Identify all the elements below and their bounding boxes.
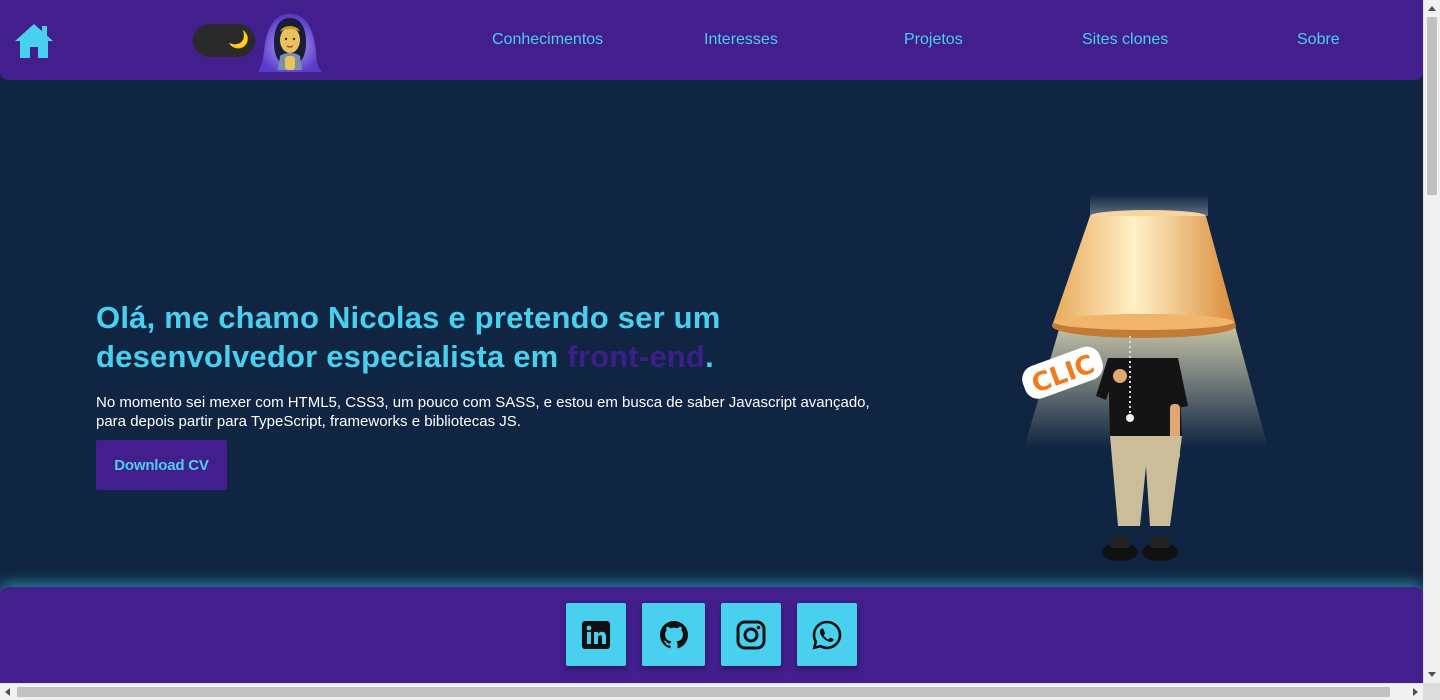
github-icon [659,620,688,648]
header: 🌙 Conhecimentos Interesses Projetos Site… [0,0,1423,80]
avatar [256,12,324,74]
scrollbar-corner [1423,683,1440,700]
theme-toggle[interactable]: 🌙 [193,24,255,57]
scroll-right-icon[interactable] [1413,688,1418,696]
hero-description: No momento sei mexer com HTML5, CSS3, um… [96,394,870,430]
github-button[interactable] [642,603,705,666]
nav-projetos[interactable]: Projetos [904,31,963,49]
nav-interesses[interactable]: Interesses [704,31,778,49]
whatsapp-button[interactable] [797,603,857,666]
horizontal-scroll-thumb[interactable] [17,687,1390,697]
hero-title-accent: front-end [567,339,706,374]
linkedin-icon [582,620,610,649]
scroll-down-icon[interactable] [1428,672,1436,677]
scroll-up-icon[interactable] [1428,6,1436,11]
home-icon[interactable] [14,22,54,60]
nav-conhecimentos[interactable]: Conhecimentos [492,31,603,49]
instagram-button[interactable] [721,603,781,666]
download-cv-button[interactable]: Download CV [96,440,227,490]
footer [0,587,1423,683]
instagram-icon [736,620,766,649]
vertical-scrollbar[interactable] [1423,0,1440,683]
whatsapp-icon [812,620,842,650]
nav-sites-clones[interactable]: Sites clones [1082,31,1168,49]
linkedin-button[interactable] [566,603,626,666]
scroll-left-icon[interactable] [5,688,10,696]
vertical-scroll-thumb[interactable] [1427,17,1437,195]
moon-icon: 🌙 [228,30,250,49]
hero-title: Olá, me chamo Nicolas e pretendo ser um … [96,298,856,376]
nav-sobre[interactable]: Sobre [1297,31,1340,49]
hero-title-end: . [705,339,714,374]
lamp-illustration[interactable]: CLIC [1010,186,1280,576]
horizontal-scrollbar[interactable] [0,683,1423,700]
